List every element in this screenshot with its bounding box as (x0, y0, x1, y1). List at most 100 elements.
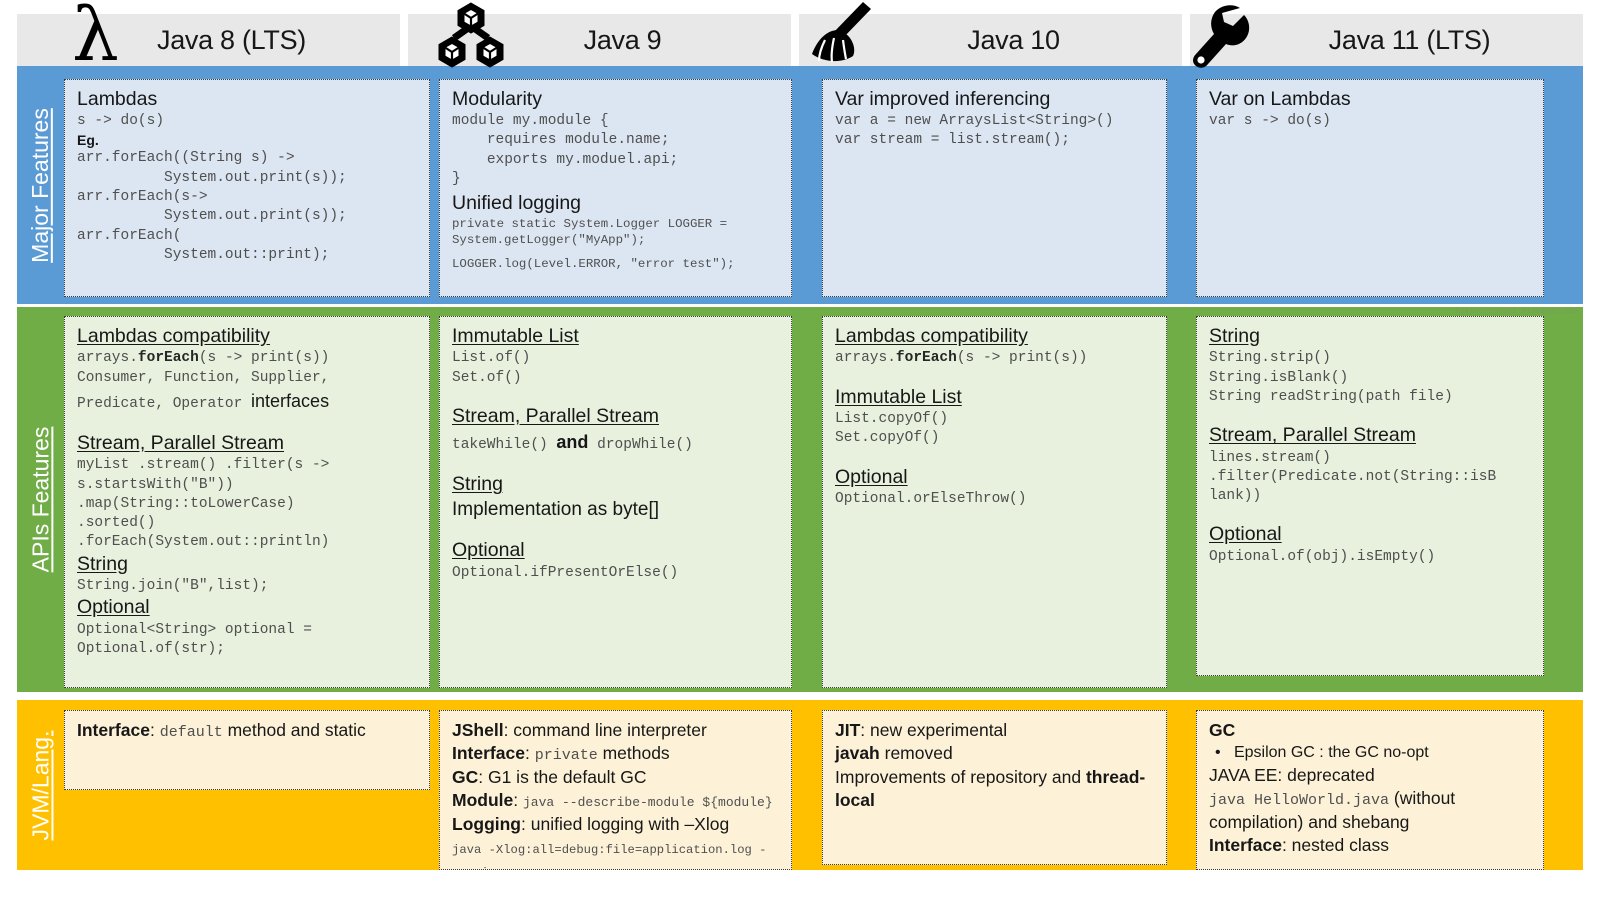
jvm-java8-l1-mono: default (159, 724, 223, 741)
header-cell-java11: Java 11 (LTS) (1190, 14, 1583, 67)
api-java11-c2: lines.stream() .filter(Predicate.not(Str… (1209, 449, 1497, 505)
api-java9-c3: Implementation as byte[] (452, 498, 659, 520)
row-label-apis-features: APIs Features (17, 307, 64, 692)
jvm-java9-line3: GC: G1 is the default GC (452, 766, 781, 789)
jvm-java9-line6: java -Xlog:all=debug:file=application.lo… (452, 836, 781, 869)
jvm-java11-l5-rest: : nested class (1281, 835, 1389, 856)
jvm-java8-l1-rest: method and static (222, 720, 366, 740)
major-java8-eg: Eg. (77, 132, 99, 149)
jvm-java9-l4-bold: Module (452, 790, 514, 811)
api-java11-h2: Stream, Parallel Stream (1209, 424, 1416, 447)
header-cell-java8: Java 8 (LTS) (17, 14, 400, 67)
major-java10-code1: var a = new ArraysList<String>() var str… (835, 113, 1114, 149)
api-java8-c4: myList .stream() .filter(s -> s.startsWi… (77, 457, 330, 551)
api-java8-c3: Predicate, Operator interfaces (77, 388, 419, 415)
cell-jvm-java8: Interface: default method and static (64, 710, 430, 790)
header-title-java8: Java 8 (LTS) (157, 25, 306, 55)
jvm-java11-l5-bold: Interface (1209, 835, 1282, 856)
jvm-java10-l2-rest: removed (879, 743, 953, 764)
jvm-java9-l4-mono: java --describe-module ${module} (522, 795, 773, 811)
row-label-jvm-lang-text: JVM/Lang. (27, 730, 54, 840)
jvm-java9-l1-rest: : command line interpreter (503, 720, 707, 740)
api-java8-h1: Lambdas compatibility (77, 325, 270, 347)
jvm-java9-l5-bold: Logging (452, 813, 522, 834)
jvm-java9-l2-bold: Interface (452, 743, 525, 764)
api-java9-c2b: and (556, 432, 589, 453)
api-java8-c3a: Predicate, Operator (77, 395, 252, 412)
api-java8-c1a: arrays. (77, 350, 138, 367)
jvm-java8-l1-bold: Interface (77, 720, 150, 740)
jvm-java10-l2-bold: javah (835, 743, 880, 764)
jvm-java11-l4-mono: java HelloWorld.java (1209, 792, 1390, 810)
jvm-java9-l3-bold: GC (452, 767, 479, 788)
jvm-java9-l5-rest: : unified logging with –Xlog (521, 813, 730, 834)
api-java10-h2: Immutable List (835, 385, 962, 408)
cell-major-java10: Var improved inferencing var a = new Arr… (822, 79, 1167, 297)
watermark-url: https://jugsi.blogspot.com (1455, 308, 1578, 316)
jvm-java11-line3: JAVA EE: deprecated (1209, 764, 1375, 785)
cell-major-java9: Modularity module my.module { requires m… (439, 79, 792, 297)
api-java8-c1c: (s -> print(s)) (198, 350, 330, 367)
api-java10-c1c: (s -> print(s)) (956, 350, 1088, 367)
cell-api-java8: Lambdas compatibility arrays.forEach(s -… (64, 316, 430, 688)
major-java9-heading1: Modularity (452, 88, 542, 110)
jvm-java11-line4: java HelloWorld.java (without compilatio… (1209, 787, 1533, 834)
jvm-java10-l3-pre: Improvements of repository and (835, 766, 1086, 787)
major-java9-code1: module my.module { requires module.name;… (452, 113, 679, 187)
jvm-java9-l2-rest: methods (597, 743, 670, 764)
jvm-java11-line1: GC (1209, 719, 1533, 742)
header-title-java9: Java 9 (583, 25, 662, 55)
api-java8-c2: Consumer, Function, Supplier, (77, 369, 330, 386)
api-java8-h3: String (77, 552, 128, 575)
api-java10-c2: List.copyOf() Set.copyOf() (835, 411, 949, 447)
api-java10-h3: Optional (835, 465, 908, 488)
api-java10-c1: arrays.forEach(s -> print(s)) (835, 349, 1156, 368)
jvm-java10-line2: javah removed (835, 742, 1156, 765)
jvm-java10-l1-rest: : new experimental (860, 720, 1008, 740)
api-java11-c3: Optional.of(obj).isEmpty() (1209, 548, 1436, 565)
jvm-java9-line1: JShell: command line interpreter (452, 719, 781, 742)
major-java10-heading1: Var improved inferencing (835, 88, 1051, 110)
api-java9-c2a: takeWhile() (452, 437, 557, 454)
major-java8-code2: arr.forEach((String s) -> System.out.pri… (77, 150, 347, 263)
api-java10-h1: Lambdas compatibility (835, 325, 1028, 347)
major-java11-heading1: Var on Lambdas (1209, 88, 1351, 110)
api-java11-h1: String (1209, 325, 1260, 347)
api-java8-h4: Optional (77, 596, 150, 619)
java-versions-comparison-sheet: Java 8 (LTS) Java 9 Java 10 Java 11 (LTS… (0, 0, 1600, 900)
jvm-java11-line5: Interface: nested class (1209, 834, 1533, 857)
cell-api-java10: Lambdas compatibility arrays.forEach(s -… (822, 316, 1167, 688)
jvm-java11-l2-bullet: Epsilon GC : the GC no-opt (1233, 744, 1429, 762)
major-java8-heading1: Lambdas (77, 88, 158, 110)
major-java9-heading2: Unified logging (452, 192, 582, 215)
header-cell-java9: Java 9 (408, 14, 791, 67)
header-title-java10: Java 10 (967, 25, 1060, 55)
jvm-java9-l1-bold: JShell (452, 720, 504, 740)
jvm-java9-l3-rest: : G1 is the default GC (478, 767, 647, 788)
jvm-java9-l2-mono: private (534, 747, 598, 765)
major-java9-code2: private static System.Logger LOGGER = Sy… (452, 217, 728, 248)
cell-major-java8: Lambdas s -> do(s) Eg. arr.forEach((Stri… (64, 79, 430, 297)
jvm-java11-bullet: • Epsilon GC : the GC no-opt (1215, 744, 1429, 762)
major-java8-code1: s -> do(s) (77, 113, 165, 129)
api-java10-c3: Optional.orElseThrow() (835, 491, 1027, 508)
cell-api-java9: Immutable List List.of() Set.of() Stream… (439, 316, 792, 688)
jvm-java10-line3: Improvements of repository and thread-lo… (835, 766, 1156, 813)
api-java9-h3: String (452, 473, 503, 496)
header-title-java11: Java 11 (LTS) (1328, 25, 1491, 55)
api-java11-h3: Optional (1209, 523, 1282, 546)
cell-major-java11: Var on Lambdas var s -> do(s) (1196, 79, 1544, 297)
api-java8-c1: arrays.forEach(s -> print(s)) (77, 349, 419, 368)
jvm-java9-line4: Module: java --describe-module ${module} (452, 790, 773, 811)
api-java8-h2: Stream, Parallel Stream (77, 431, 284, 454)
jvm-java9-line2: Interface: private methods (452, 743, 670, 765)
cell-jvm-java11: GC • Epsilon GC : the GC no-opt JAVA EE:… (1196, 710, 1544, 870)
